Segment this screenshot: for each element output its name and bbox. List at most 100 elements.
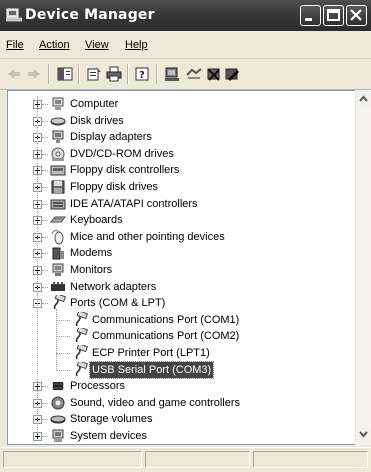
minimize-button[interactable] — [300, 5, 321, 26]
uninstall-icon[interactable] — [206, 66, 222, 82]
menu-file[interactable]: File — [6, 39, 24, 51]
window-title: Device Manager — [25, 7, 155, 23]
tree-category-label: System devices — [70, 430, 148, 442]
port-icon — [75, 362, 88, 377]
disable-icon[interactable] — [224, 66, 240, 82]
toolbar-separator — [78, 64, 80, 84]
tree-category-row[interactable]: Network adapters — [8, 279, 355, 295]
port-icon — [75, 328, 88, 343]
tree-category-row[interactable]: Computer — [8, 96, 355, 112]
chevron-down-icon — [359, 431, 368, 438]
toolbar: ? — [0, 59, 371, 90]
network-adapter-icon — [51, 282, 65, 291]
sound-icon — [51, 396, 65, 410]
tree-category-row[interactable]: Keyboards — [8, 212, 355, 228]
tree-connector — [42, 303, 48, 304]
port-icon — [75, 345, 88, 360]
status-pane — [253, 451, 368, 468]
forward-arrow-icon[interactable] — [26, 66, 42, 82]
tree-category-label: Monitors — [70, 264, 113, 276]
maximize-icon — [327, 9, 340, 21]
menu-file-label: File — [6, 39, 24, 51]
tree-device-label: Communications Port (COM1) — [92, 314, 240, 326]
tree-category-row[interactable]: Modems — [8, 245, 355, 261]
close-button[interactable] — [346, 5, 367, 26]
menu-help[interactable]: Help — [125, 39, 148, 51]
close-icon — [350, 9, 362, 21]
tree-category-row[interactable]: Processors — [8, 378, 355, 394]
vertical-scrollbar[interactable] — [355, 90, 371, 445]
tree-category-label: Mice and other pointing devices — [70, 231, 225, 243]
tree-connector — [42, 137, 48, 138]
tree-connector — [42, 220, 48, 221]
tree-category-row[interactable]: Disk drives — [8, 113, 355, 129]
disk-drive-icon — [50, 117, 66, 126]
scroll-down-button[interactable] — [356, 426, 371, 442]
storage-volume-icon — [50, 415, 66, 424]
back-arrow-icon[interactable] — [6, 66, 22, 82]
title-bar[interactable]: Device Manager — [0, 0, 371, 31]
tree-category-row[interactable]: DVD/CD-ROM drives — [8, 146, 355, 162]
menu-bar: File Action View Help — [0, 31, 371, 59]
tree-device-row[interactable]: USB Serial Port (COM3) — [8, 361, 355, 379]
tree-category-label: Floppy disk drives — [70, 181, 159, 193]
system-device-icon — [52, 429, 64, 442]
menu-view-label: View — [85, 39, 109, 51]
modem-icon — [52, 247, 64, 260]
scan-hardware-icon[interactable] — [164, 66, 180, 82]
help-icon[interactable]: ? — [135, 66, 151, 82]
scroll-up-button[interactable] — [356, 91, 371, 107]
port-icon — [53, 295, 66, 310]
tree-device-row[interactable]: Communications Port (COM2) — [8, 328, 355, 344]
tree-category-row[interactable]: Storage volumes — [8, 411, 355, 427]
print-icon[interactable] — [106, 66, 122, 82]
menu-help-label: Help — [125, 39, 148, 51]
tree-device-label: USB Serial Port (COM3) — [88, 361, 215, 379]
tree-category-row[interactable]: IDE ATA/ATAPI controllers — [8, 196, 355, 212]
tree-connector — [56, 353, 70, 354]
status-pane — [145, 451, 250, 468]
properties-icon[interactable] — [86, 66, 102, 82]
tree-category-row[interactable]: Ports (COM & LPT) — [8, 295, 355, 311]
tree-category-row[interactable]: Display adapters — [8, 129, 355, 145]
device-tree[interactable]: Computer Disk drives Display adapters DVD/C… — [7, 90, 356, 445]
port-icon — [75, 312, 88, 327]
tree-connector — [42, 170, 48, 171]
display-adapter-icon — [52, 130, 64, 143]
tree-category-label: IDE ATA/ATAPI controllers — [70, 198, 198, 210]
tree-category-label: Computer — [70, 98, 119, 110]
menu-action[interactable]: Action — [39, 39, 70, 51]
tree-category-row[interactable]: Mice and other pointing devices — [8, 229, 355, 245]
tree-category-row[interactable]: Floppy disk drives — [8, 179, 355, 195]
minimize-icon — [305, 18, 312, 21]
tree-connector — [42, 187, 48, 188]
tree-connector — [56, 336, 70, 337]
menu-action-label: Action — [39, 39, 70, 51]
tree-connector — [42, 270, 48, 271]
tree-category-label: Ports (COM & LPT) — [70, 297, 166, 309]
tree-device-row[interactable]: ECP Printer Port (LPT1) — [8, 345, 355, 361]
svg-text:?: ? — [139, 70, 145, 81]
tree-category-label: Disk drives — [70, 115, 124, 127]
computer-icon — [52, 97, 64, 110]
tree-category-row[interactable]: Floppy disk controllers — [8, 162, 355, 178]
tree-device-row[interactable]: Communications Port (COM1) — [8, 312, 355, 328]
tree-category-row[interactable]: Monitors — [8, 262, 355, 278]
tree-connector — [42, 386, 48, 387]
tree-category-row[interactable]: Sound, video and game controllers — [8, 395, 355, 411]
maximize-button[interactable] — [323, 5, 344, 26]
processor-icon — [52, 382, 64, 390]
tree-category-row[interactable]: System devices — [8, 428, 355, 444]
tree-connector — [42, 403, 48, 404]
tree-category-label: Floppy disk controllers — [70, 164, 180, 176]
menu-view[interactable]: View — [85, 39, 109, 51]
monitor-icon — [52, 263, 64, 276]
tree-connector — [42, 287, 48, 288]
tree-connector — [42, 154, 48, 155]
tree-connector — [42, 253, 48, 254]
show-hide-tree-icon[interactable] — [57, 66, 73, 82]
update-driver-icon[interactable] — [186, 66, 202, 82]
mouse-icon — [51, 230, 64, 245]
tree-category-label: Modems — [70, 247, 113, 259]
tree-connector — [56, 309, 57, 369]
